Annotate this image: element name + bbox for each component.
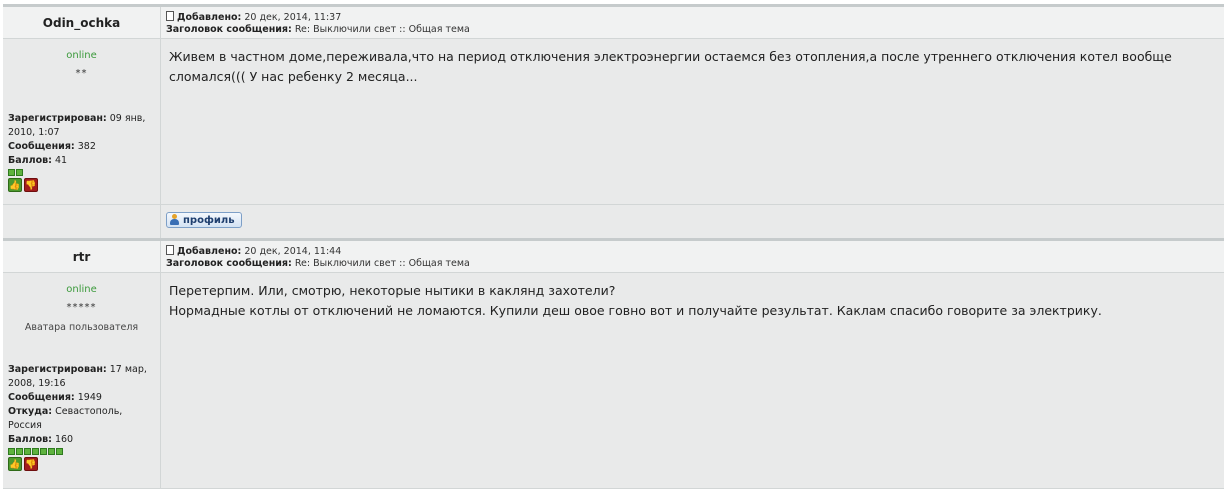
post-document-icon[interactable] [166, 245, 174, 255]
added-value: 20 дек, 2014, 11:37 [244, 12, 342, 23]
vote-buttons: 👍 👎 [8, 178, 156, 192]
messages-label: Сообщения: [8, 392, 75, 403]
subject-value: Re: Выключили свет :: Общая тема [294, 24, 470, 35]
online-status: online [66, 284, 97, 295]
from-label: Откуда: [8, 406, 53, 417]
post-body: Живем в частном доме,переживала,что на п… [161, 39, 1224, 204]
post-header: rtr Добавлено: 20 дек, 2014, 11:44 Загол… [3, 241, 1224, 273]
rating-bar [8, 169, 156, 176]
subject-label: Заголовок сообщения: [166, 24, 292, 35]
thumbs-down-icon[interactable]: 👎 [24, 457, 38, 471]
user-icon [169, 214, 180, 226]
online-status: online [66, 50, 97, 61]
post-content-row: online ***** Аватара пользователя Зареги… [3, 273, 1224, 489]
thumbs-up-icon[interactable]: 👍 [8, 457, 22, 471]
post-meta: Добавлено: 20 дек, 2014, 11:37 Заголовок… [161, 7, 1224, 38]
points-value: 160 [54, 434, 74, 445]
registered-label: Зарегистрирован: [8, 113, 107, 124]
messages-value: 1949 [77, 392, 102, 403]
author-profile-panel: online ***** Аватара пользователя Зареги… [3, 273, 161, 488]
rating-pip [56, 448, 63, 455]
post-content-row: online ** Зарегистрирован: 09 янв, 2010,… [3, 39, 1224, 205]
footer-actions: профиль [161, 205, 1224, 239]
messages-value: 382 [77, 141, 96, 152]
added-label: Добавлено: [177, 246, 242, 257]
subject-label: Заголовок сообщения: [166, 258, 292, 269]
rating-pip [24, 448, 31, 455]
rank-stars: ** [75, 68, 88, 79]
rating-pip [16, 448, 23, 455]
post-header: Odin_ochka Добавлено: 20 дек, 2014, 11:3… [3, 7, 1224, 39]
post-document-icon[interactable] [166, 11, 174, 21]
added-value: 20 дек, 2014, 11:44 [244, 246, 342, 257]
user-stats: Зарегистрирован: 09 янв, 2010, 1:07 Сооб… [8, 112, 156, 192]
thumbs-up-icon[interactable]: 👍 [8, 178, 22, 192]
rank-stars: ***** [66, 302, 97, 313]
profile-button-label: профиль [183, 214, 235, 226]
thumbs-down-icon[interactable]: 👎 [24, 178, 38, 192]
post-meta: Добавлено: 20 дек, 2014, 11:44 Заголовок… [161, 241, 1224, 272]
rating-pip [16, 169, 23, 176]
post-body: Перетерпим. Или, смотрю, некоторые нытик… [161, 273, 1224, 488]
added-label: Добавлено: [177, 12, 242, 23]
points-value: 41 [54, 155, 68, 166]
author-profile-panel: online ** Зарегистрирован: 09 янв, 2010,… [3, 39, 161, 204]
subject-value: Re: Выключили свет :: Общая тема [294, 258, 470, 269]
avatar-placeholder: Аватара пользователя [24, 322, 139, 333]
post-footer: профиль [3, 205, 1224, 239]
post-text-line-1: Перетерпим. Или, смотрю, некоторые нытик… [169, 283, 616, 298]
registered-label: Зарегистрирован: [8, 364, 107, 375]
messages-label: Сообщения: [8, 141, 75, 152]
rating-pip [48, 448, 55, 455]
rating-pip [40, 448, 47, 455]
author-name[interactable]: rtr [3, 241, 161, 272]
rating-bar [8, 448, 156, 455]
rating-pip [8, 169, 15, 176]
post-text: Живем в частном доме,переживала,что на п… [169, 49, 1172, 84]
user-stats: Зарегистрирован: 17 мар, 2008, 19:16 Соо… [8, 363, 156, 471]
post-text-line-2: Нормадные котлы от отключений не ломаютс… [169, 303, 1102, 318]
vote-buttons: 👍 👎 [8, 457, 156, 471]
rating-pip [32, 448, 39, 455]
profile-button[interactable]: профиль [166, 212, 242, 228]
points-label: Баллов: [8, 155, 52, 166]
post-2: rtr Добавлено: 20 дек, 2014, 11:44 Загол… [3, 238, 1224, 489]
footer-left-cell [3, 205, 161, 239]
author-name[interactable]: Odin_ochka [3, 7, 161, 38]
rating-pip [8, 448, 15, 455]
post-1: Odin_ochka Добавлено: 20 дек, 2014, 11:3… [3, 4, 1224, 239]
points-label: Баллов: [8, 434, 52, 445]
